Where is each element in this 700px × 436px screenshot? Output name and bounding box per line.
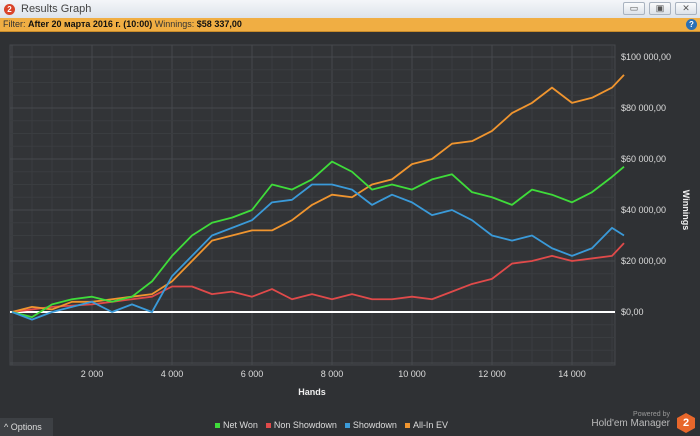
y-tick-label: $60 000,00: [621, 154, 666, 164]
y-tick-label: $40 000,00: [621, 205, 666, 215]
options-button[interactable]: ^ Options: [0, 418, 53, 436]
winnings-value: $58 337,00: [196, 19, 242, 29]
powered-by-text: Powered by: [633, 411, 670, 418]
legend-item[interactable]: Net Won: [215, 420, 258, 430]
x-tick-label: 12 000: [478, 369, 506, 379]
legend-label: Non Showdown: [273, 420, 337, 430]
hm2-logo-icon: 2: [677, 413, 695, 433]
y-tick-label: $20 000,00: [621, 256, 666, 266]
x-tick-label: 14 000: [558, 369, 586, 379]
winnings-label: Winnings:: [154, 19, 195, 29]
legend-swatch: [404, 423, 410, 429]
filter-bar: Filter: After 20 марта 2016 г. (10:00) W…: [0, 18, 700, 32]
legend-swatch: [265, 423, 271, 429]
powered-by: Powered by Hold'em Manager: [591, 411, 670, 429]
window-title: Results Graph: [21, 3, 92, 15]
legend: Net Won Non Showdown Showdown All-In EV: [215, 420, 448, 430]
minimize-button[interactable]: ▭: [623, 2, 645, 15]
y-tick-label: $0,00: [621, 307, 644, 317]
legend-label: Net Won: [223, 420, 258, 430]
x-tick-label: 4 000: [161, 369, 184, 379]
close-button[interactable]: ✕: [675, 2, 697, 15]
title-bar: 2 Results Graph: [0, 0, 700, 18]
y-axis-label: Winnings: [681, 190, 691, 230]
x-tick-label: 2 000: [81, 369, 104, 379]
legend-item[interactable]: All-In EV: [404, 420, 448, 430]
x-axis-label: Hands: [298, 387, 326, 397]
results-chart: 2 000 4 000 6 000 8 000 10 000 12 000 14 000 $0…: [9, 44, 691, 397]
app-logo-icon: 2: [4, 3, 15, 15]
x-tick-label: 6 000: [241, 369, 264, 379]
y-tick-label: $100 000,00: [621, 52, 671, 62]
filter-label: Filter:: [3, 19, 26, 29]
legend-item[interactable]: Showdown: [344, 420, 397, 430]
legend-swatch: [344, 423, 350, 429]
legend-label: Showdown: [352, 420, 397, 430]
help-icon[interactable]: ?: [686, 19, 697, 30]
filter-value: After 20 марта 2016 г. (10:00): [28, 19, 153, 29]
x-tick-label: 10 000: [398, 369, 426, 379]
brand-name: Hold'em Manager: [591, 418, 670, 429]
legend-item[interactable]: Non Showdown: [265, 420, 337, 430]
y-tick-label: $80 000,00: [621, 103, 666, 113]
legend-swatch: [215, 423, 220, 429]
x-tick-label: 8 000: [321, 369, 344, 379]
maximize-button[interactable]: ▣: [649, 2, 671, 15]
legend-label: All-In EV: [412, 420, 448, 430]
